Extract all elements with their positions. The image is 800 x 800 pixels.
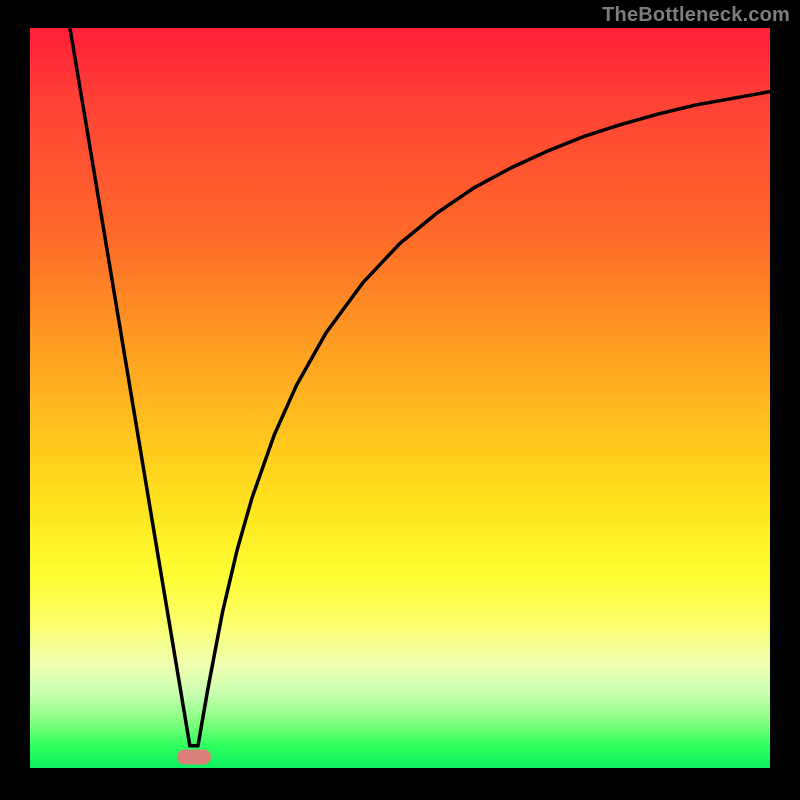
chart-curve-svg	[30, 28, 770, 768]
bottleneck-marker	[177, 749, 211, 764]
chart-curve-path	[70, 28, 770, 746]
watermark-text: TheBottleneck.com	[602, 4, 790, 27]
chart-frame: TheBottleneck.com	[0, 0, 800, 800]
chart-plot-area	[30, 28, 770, 768]
